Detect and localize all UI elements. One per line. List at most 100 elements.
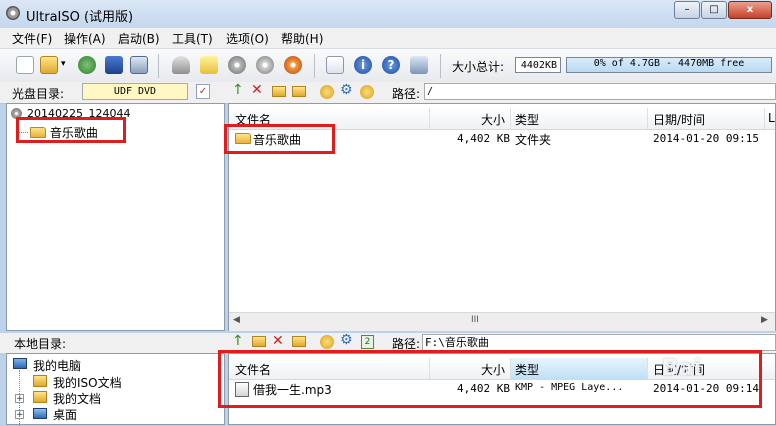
file-size: 4,402 KB <box>457 132 510 145</box>
burn-cd-icon[interactable] <box>256 56 274 74</box>
disc-file-list: 文件名 大小 类型 日期/时间 L 音乐歌曲 4,402 KB 文件夹 2014… <box>228 103 776 331</box>
scroll-right-icon[interactable]: ▶ <box>761 315 768 325</box>
total-size-label: 大小总计: <box>452 60 505 74</box>
local-directory-label: 本地目录: <box>14 337 67 351</box>
file-type: 文件夹 <box>515 133 552 147</box>
menu-help[interactable]: 帮助(H) <box>281 30 323 47</box>
menu-options[interactable]: 选项(O) <box>226 30 269 47</box>
menu-file[interactable]: 文件(F) <box>12 30 52 47</box>
new-folder-icon[interactable] <box>272 86 286 97</box>
new-folder-icon[interactable] <box>252 336 266 347</box>
make-cd-image-icon[interactable] <box>172 56 190 74</box>
file-name: 借我一生.mp3 <box>253 383 332 397</box>
disc-path-field[interactable]: / <box>424 83 776 100</box>
column-divider <box>429 108 430 129</box>
up-arrow-icon[interactable]: ↑ <box>232 333 244 349</box>
documents-folder-icon <box>33 391 47 403</box>
compress-iso-icon[interactable] <box>228 56 246 74</box>
column-divider <box>510 108 511 129</box>
disc-path-label: 路径: <box>392 87 421 101</box>
open-dropdown-icon[interactable]: ▾ <box>61 59 66 69</box>
close-button[interactable]: x <box>728 1 772 19</box>
rename-icon[interactable] <box>292 86 306 97</box>
col-type[interactable]: 类型 <box>515 111 539 128</box>
local-directory-bar: 本地目录: ↑ ✕ ⚙ 2 路径: F:\音乐歌曲 <box>0 332 776 353</box>
open-folder-icon[interactable] <box>40 56 58 74</box>
folder-icon <box>235 132 251 146</box>
toolbar: ▾ i ? 大小总计: 4402KB 0% of 4.7GB - 4470MB … <box>0 48 776 84</box>
scroll-thumb-grip[interactable]: III <box>471 315 479 325</box>
local-tree-item[interactable]: 桌面 <box>53 406 77 423</box>
table-row[interactable]: 音乐歌曲 4,402 KB 文件夹 2014-01-20 09:15 <box>233 131 773 149</box>
disc-column-header: 文件名 大小 类型 日期/时间 L <box>229 108 775 130</box>
disc-directory-label: 光盘目录: <box>12 87 65 101</box>
help-icon[interactable]: ? <box>382 56 400 74</box>
file-size: 4,402 KB <box>457 382 510 395</box>
menu-actions[interactable]: 操作(A) <box>64 30 106 47</box>
watermark-logo: Bai <box>662 356 702 381</box>
col-date[interactable]: 日期/时间 <box>653 111 705 128</box>
refresh-icon[interactable] <box>360 85 374 99</box>
save-as-icon[interactable] <box>130 56 148 74</box>
column-divider <box>647 358 648 379</box>
menu-bootable[interactable]: 启动(B) <box>118 30 160 47</box>
local-path-field[interactable]: F:\音乐歌曲 <box>422 334 776 351</box>
disc-tree-item-label: 音乐歌曲 <box>49 126 98 140</box>
delete-icon[interactable]: ✕ <box>251 82 263 98</box>
total-size-value: 4402KB <box>515 57 561 73</box>
mount-virtual-drive-icon[interactable] <box>284 56 302 74</box>
toolbar-separator <box>314 54 315 78</box>
scroll-left-icon[interactable]: ◀ <box>233 315 240 325</box>
menu-tools[interactable]: 工具(T) <box>172 30 213 47</box>
computer-icon <box>13 358 27 369</box>
disc-volume-name[interactable]: UDF DVD <box>82 83 188 100</box>
settings-gear-icon[interactable]: ⚙ <box>340 82 353 98</box>
disc-tree-pane: 20140225_124044 音乐歌曲 <box>6 103 225 331</box>
exit-icon[interactable] <box>410 56 428 74</box>
column-divider <box>647 108 648 129</box>
new-document-icon[interactable] <box>16 56 34 74</box>
file-date: 2014-01-20 09:15 <box>653 132 759 145</box>
col-filename[interactable]: 文件名 <box>235 361 271 378</box>
maximize-button[interactable]: □ <box>701 1 727 19</box>
file-date: 2014-01-20 09:14 <box>653 382 759 395</box>
toolbar-separator <box>158 54 159 78</box>
local-tree-item[interactable]: 我的ISO文档 <box>53 374 122 391</box>
col-extra[interactable]: L <box>768 111 775 125</box>
minimize-button[interactable]: – <box>674 1 700 19</box>
disc-properties-icon[interactable]: ✓ <box>196 84 210 99</box>
column-divider <box>764 108 765 129</box>
local-path-label: 路径: <box>392 337 421 351</box>
toolbar-separator <box>440 54 441 78</box>
folder-icon <box>30 127 46 138</box>
table-row[interactable]: 借我一生.mp3 4,402 KB KMP - MPEG Laye... 201… <box>233 381 773 399</box>
refresh-icon[interactable]: 2 <box>361 335 374 349</box>
iso-folder-icon <box>33 375 47 387</box>
add-icon[interactable] <box>320 335 334 349</box>
disc-tree-item[interactable]: 音乐歌曲 <box>30 124 98 141</box>
window-title: UltraISO (试用版) <box>26 10 134 25</box>
horizontal-scrollbar[interactable]: ◀ III ▶ <box>229 312 775 331</box>
make-floppy-image-icon[interactable] <box>200 56 218 74</box>
save-icon[interactable] <box>105 56 123 74</box>
disc-tree-root[interactable]: 20140225_124044 <box>27 107 130 120</box>
settings-gear-icon[interactable]: ⚙ <box>340 332 353 348</box>
extract-icon[interactable] <box>78 56 96 74</box>
up-arrow-icon[interactable]: ↑ <box>232 82 244 98</box>
local-tree-pane: 我的电脑 我的ISO文档 + 我的文档 + 桌面 <box>6 353 225 426</box>
rename-icon[interactable] <box>292 336 306 347</box>
col-type[interactable]: 类型 <box>515 361 539 378</box>
local-tree-item[interactable]: 我的电脑 <box>33 357 81 374</box>
info-icon[interactable]: i <box>354 56 372 74</box>
delete-icon[interactable]: ✕ <box>272 333 284 349</box>
col-size[interactable]: 大小 <box>481 111 505 128</box>
file-type: KMP - MPEG Laye... <box>515 382 624 393</box>
local-tree-item[interactable]: 我的文档 <box>53 390 101 407</box>
expand-icon[interactable]: + <box>15 410 24 420</box>
col-filename[interactable]: 文件名 <box>235 111 271 128</box>
desktop-icon <box>33 408 47 419</box>
add-icon[interactable] <box>320 85 334 99</box>
expand-icon[interactable]: + <box>15 394 24 404</box>
properties-icon[interactable] <box>326 56 344 74</box>
col-size[interactable]: 大小 <box>481 361 505 378</box>
